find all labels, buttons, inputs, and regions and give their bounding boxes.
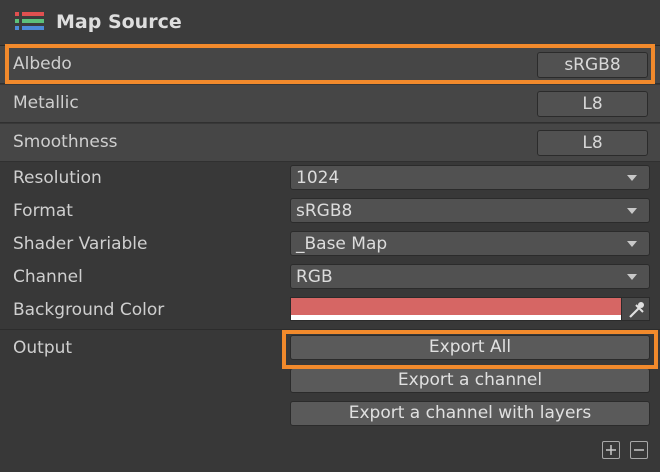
output-label: Output (13, 338, 73, 358)
panel-title: Map Source (56, 11, 182, 33)
resolution-dropdown[interactable]: 1024 (290, 165, 650, 190)
background-color-label: Background Color (13, 300, 165, 320)
panel-header: Map Source (0, 0, 660, 46)
chevron-down-icon (627, 175, 637, 181)
format-dropdown[interactable]: sRGB8 (290, 198, 650, 223)
shader-variable-row: Shader Variable _Base Map (0, 228, 660, 261)
resolution-value: 1024 (296, 168, 340, 188)
output-section: Output Export All Export a channel Expor… (0, 330, 660, 440)
shader-variable-value: _Base Map (296, 234, 388, 254)
chevron-down-icon (627, 208, 637, 214)
resolution-label: Resolution (13, 168, 102, 188)
map-row-metallic[interactable]: Metallic L8 (0, 85, 660, 123)
background-color-row: Background Color (0, 294, 660, 327)
alpha-bar (291, 315, 621, 320)
channel-row: Channel RGB (0, 261, 660, 294)
export-channel-layers-button[interactable]: Export a channel with layers (290, 401, 650, 426)
channel-label: Channel (13, 267, 83, 287)
format-row: Format sRGB8 (0, 195, 660, 228)
map-row-smoothness[interactable]: Smoothness L8 (0, 124, 660, 162)
list-icon (15, 12, 44, 30)
map-label: Albedo (13, 54, 72, 74)
eyedropper-icon (629, 302, 644, 318)
background-color-swatch[interactable] (290, 297, 622, 321)
map-source-panel: Map Source Albedo sRGB8 Metallic L8 Smoo… (0, 0, 660, 472)
shader-variable-label: Shader Variable (13, 234, 148, 254)
format-value: sRGB8 (296, 201, 353, 221)
map-label: Metallic (13, 93, 79, 113)
minus-box-icon[interactable] (630, 441, 648, 459)
format-label: Format (13, 201, 73, 221)
shader-variable-dropdown[interactable]: _Base Map (290, 231, 650, 256)
resolution-row: Resolution 1024 (0, 162, 660, 195)
map-format-badge[interactable]: L8 (537, 91, 648, 117)
channel-value: RGB (296, 267, 333, 287)
map-format-badge[interactable]: L8 (537, 130, 648, 156)
eyedropper-button[interactable] (622, 297, 650, 321)
export-all-button[interactable]: Export All (290, 335, 650, 360)
chevron-down-icon (627, 241, 637, 247)
channel-dropdown[interactable]: RGB (290, 264, 650, 289)
export-channel-button[interactable]: Export a channel (290, 368, 650, 393)
map-row-albedo[interactable]: Albedo sRGB8 (0, 46, 660, 84)
plus-box-icon[interactable] (602, 441, 620, 459)
map-label: Smoothness (13, 132, 118, 152)
chevron-down-icon (627, 274, 637, 280)
map-format-badge[interactable]: sRGB8 (537, 52, 648, 78)
